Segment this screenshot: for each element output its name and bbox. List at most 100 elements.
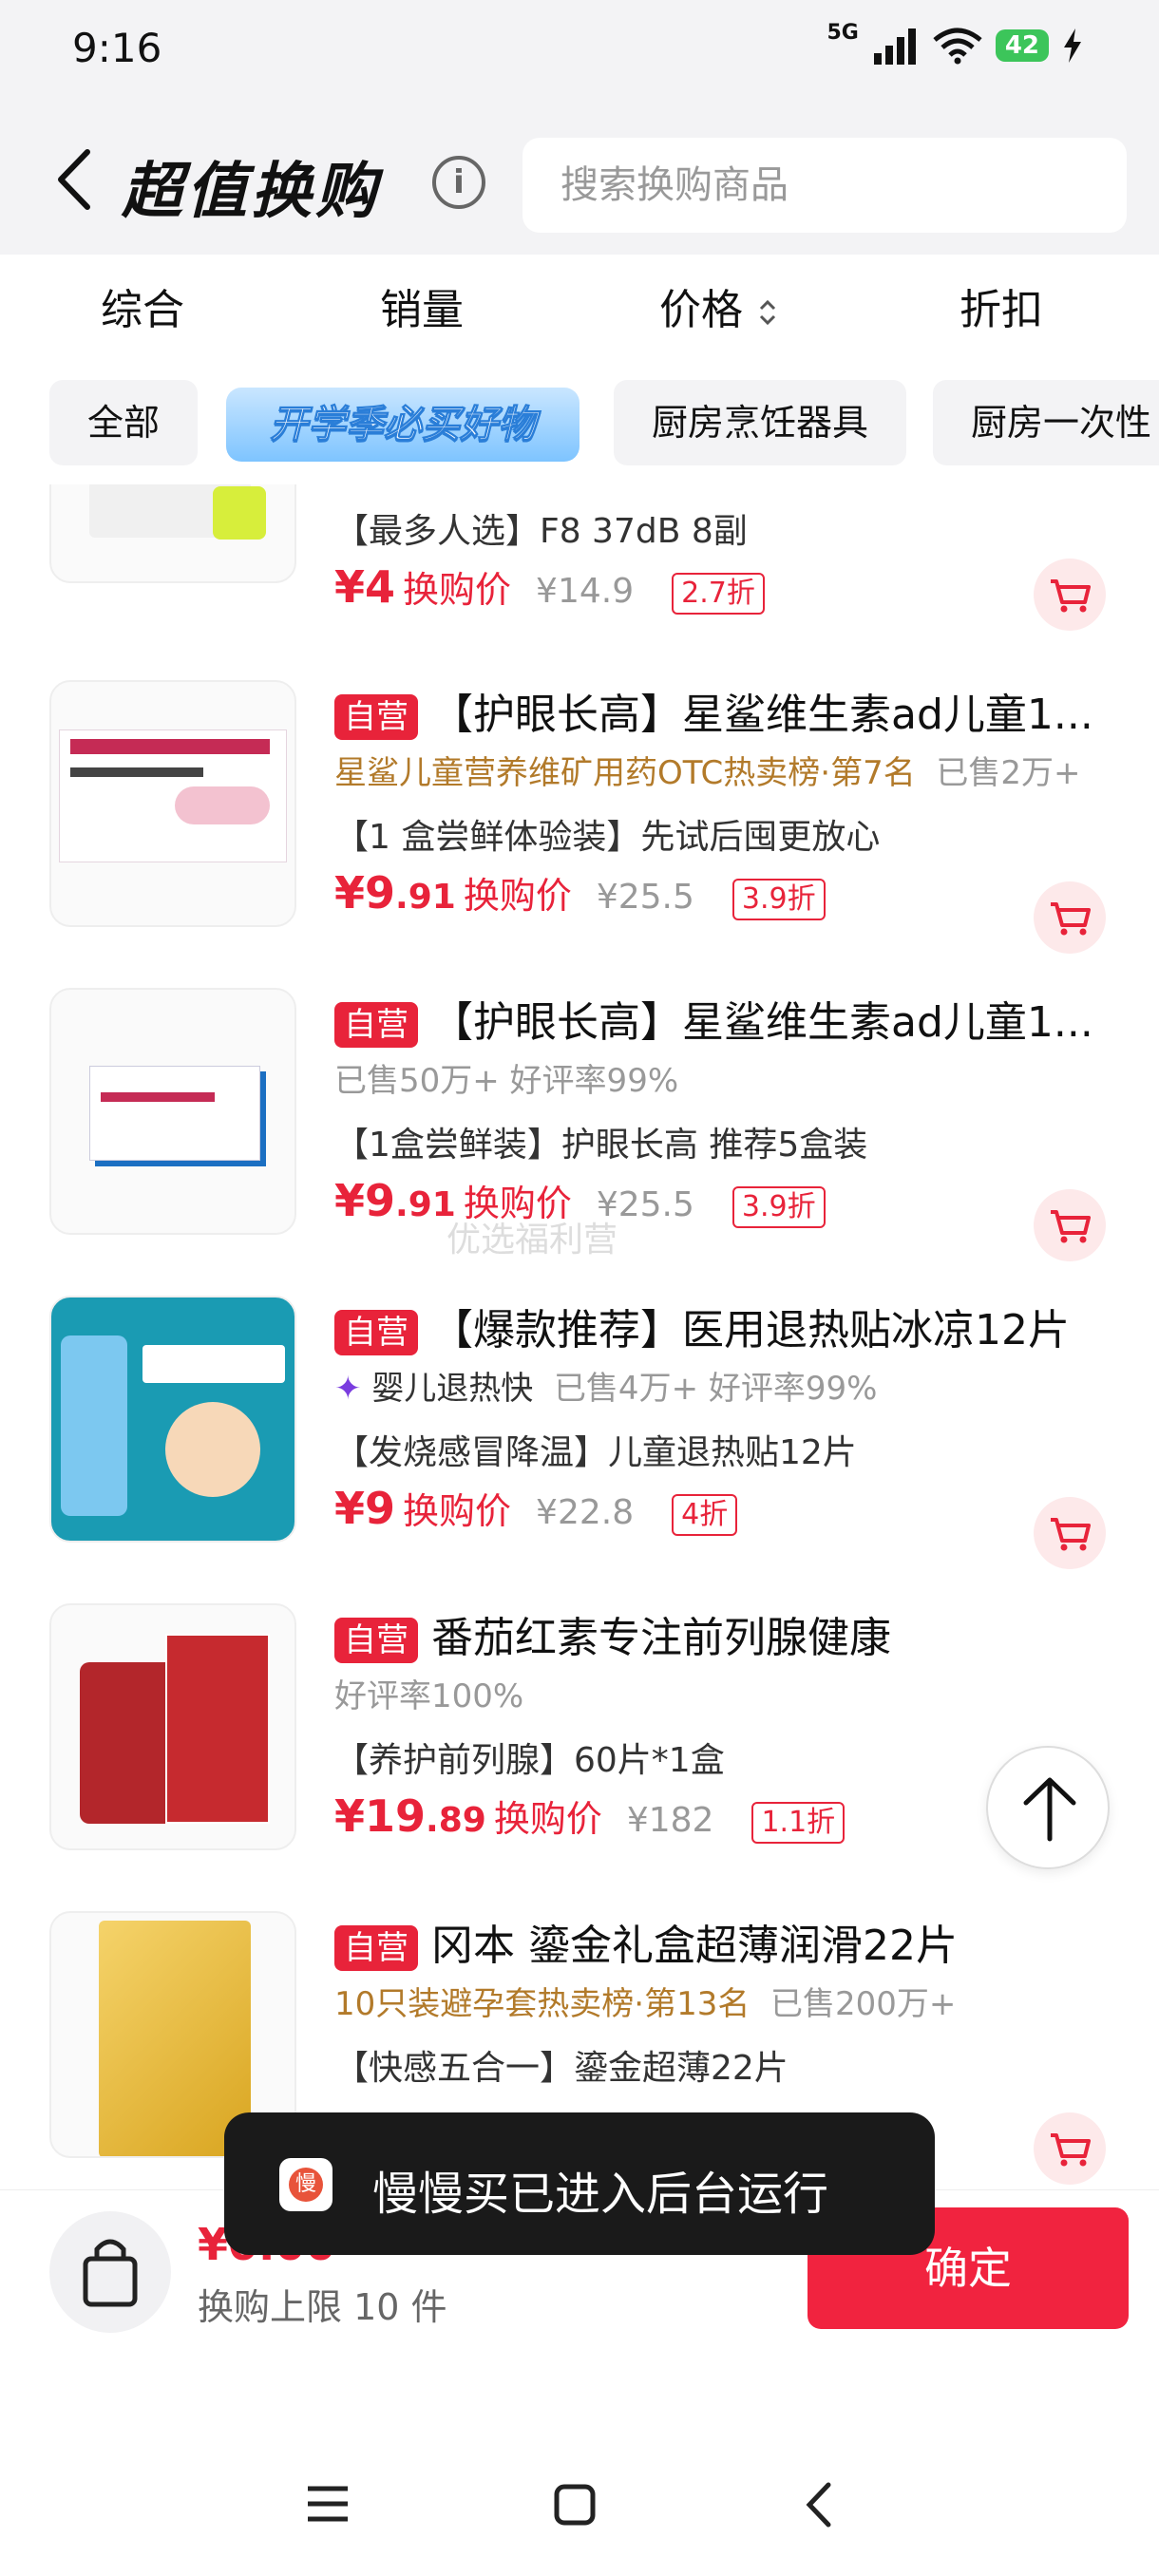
self-operated-tag: 自营 [334,1618,418,1663]
product-image [49,988,296,1235]
price-value: ¥4 [334,561,396,613]
product-price: ¥4 换购价 ¥14.9 2.7折 [334,560,765,621]
category-chips: 全部 开学季必买好物 厨房烹饪器具 厨房一次性 [0,359,1159,483]
original-price: ¥182 [626,1801,714,1840]
discount-badge: 3.9折 [732,1186,826,1228]
status-bar: 9:16 5G 42 [0,0,1159,104]
toast-message: 慢慢买已进入后台运行 [372,2168,829,2221]
self-operated-tag: 自营 [334,1310,418,1355]
product-subtitle: 【1 盒尝鲜体验装】先试后囤更放心 [334,818,881,857]
home-icon[interactable] [553,2483,597,2527]
product-image [49,1603,296,1850]
chip-kitchen-cooking[interactable]: 厨房烹饪器具 [614,380,906,465]
exchange-limit: 换购上限 10 件 [198,2286,447,2328]
price-value: ¥9.91 [334,867,456,919]
signal-icon [873,28,916,65]
product-subtitle: 【快感五合一】鎏金超薄22片 [334,2049,788,2088]
product-list: 【最多人选】F8 37dB 8副 ¥4 换购价 ¥14.9 2.7折 自营 【护眼… [0,484,1159,2194]
charging-icon [1064,28,1081,63]
chip-kitchen-disposable[interactable]: 厨房一次性 [933,380,1159,465]
product-name: 自营 【护眼长高】星鲨维生素ad儿童1... [334,680,1113,741]
info-icon[interactable]: i [432,156,485,209]
product-subtitle: 【养护前列腺】60片*1盒 [334,1741,725,1780]
product-subtitle: 【1盒尝鲜装】护眼长高 推荐5盒装 [334,1126,868,1165]
self-operated-tag: 自营 [334,1925,418,1971]
product-image [49,680,296,927]
product-meta: 好评率100% [334,1677,524,1715]
original-price: ¥22.8 [536,1493,635,1532]
price-label: 换购价 [493,1798,602,1840]
product-name: 自营 【爆款推荐】医用退热贴冰凉12片 [334,1296,1113,1356]
add-to-cart-icon[interactable] [1034,559,1106,631]
add-to-cart-icon[interactable] [1034,1497,1106,1569]
cart-bag-button[interactable] [49,2211,171,2333]
price-label: 换购价 [463,875,572,917]
sort-tab-discount[interactable]: 折扣 [960,275,1043,336]
sold-count: 已售200万+ [770,1985,957,2023]
price-value: ¥9.91 [334,1175,456,1226]
wifi-icon [933,28,982,65]
product-meta: 星鲨儿童营养维矿用药OTC热卖榜·第7名 已售2万+ [334,747,1080,793]
add-to-cart-icon[interactable] [1034,2112,1106,2185]
discount-badge: 4折 [672,1494,738,1536]
product-item[interactable]: 自营 【爆款推荐】医用退热贴冰凉12片 ✦ 婴儿退热快 已售4万+ 好评率99% … [0,1296,1159,1603]
rank-label[interactable]: 10只装避孕套热卖榜·第13名 [334,1985,750,2023]
product-meta: 10只装避孕套热卖榜·第13名 已售200万+ [334,1978,956,2024]
rank-label[interactable]: 星鲨儿童营养维矿用药OTC热卖榜·第7名 [334,754,916,792]
product-name: 自营 番茄红素专注前列腺健康 [334,1603,1113,1664]
self-operated-tag: 自营 [334,694,418,740]
sold-count: 已售2万+ [936,754,1081,792]
original-price: ¥25.5 [596,878,694,917]
product-item[interactable]: 自营 番茄红素专注前列腺健康 好评率100% 【养护前列腺】60片*1盒 ¥19.… [0,1603,1159,1911]
sparkle-icon: ✦ [334,1370,362,1408]
search-input[interactable]: 搜索换购商品 [522,138,1127,233]
product-image [49,1296,296,1543]
price-value: ¥9 [334,1483,396,1534]
back-icon[interactable] [48,144,104,215]
feature-label: 婴儿退热快 [371,1370,534,1408]
status-time: 9:16 [72,25,162,71]
sort-tab-price-label: 价格 [659,286,743,334]
product-subtitle: 【发烧感冒降温】儿童退热贴12片 [334,1433,857,1472]
back-nav-icon[interactable] [800,2481,838,2529]
product-price: ¥19.89 换购价 ¥182 1.1折 [334,1790,846,1850]
toast: 慢 慢慢买已进入后台运行 [224,2112,935,2255]
self-operated-tag: 自营 [334,1002,418,1048]
shopping-bag-icon [83,2239,138,2307]
sort-tab-comprehensive[interactable]: 综合 [101,275,184,336]
sort-arrows-icon [759,299,776,326]
discount-badge: 2.7折 [672,573,765,615]
product-item[interactable]: 自营 【护眼长高】星鲨维生素ad儿童1... 星鲨儿童营养维矿用药OTC热卖榜·第… [0,680,1159,988]
product-meta: ✦ 婴儿退热快 已售4万+ 好评率99% [334,1370,878,1408]
sort-tab-price[interactable]: 价格 [659,275,779,336]
add-to-cart-icon[interactable] [1034,1189,1106,1261]
product-meta: 已售50万+ 好评率99% [334,1062,679,1100]
discount-badge: 1.1折 [751,1802,846,1844]
system-nav-bar [0,2432,1159,2576]
chip-all[interactable]: 全部 [49,380,198,465]
original-price: ¥14.9 [536,572,635,611]
sort-tab-sales[interactable]: 销量 [380,275,464,336]
status-icons: 5G 42 [826,21,1083,65]
price-label: 换购价 [403,1490,512,1532]
network-label: 5G [826,20,859,45]
product-price: ¥9.91 换购价 ¥25.5 3.9折 [334,866,826,927]
sort-bar: 综合 销量 价格 折扣 [0,255,1159,350]
page-header: 超值换购 i 搜索换购商品 [0,104,1159,255]
app-logo-icon: 慢 [279,2158,332,2211]
arrow-up-icon [1023,1777,1076,1842]
discount-badge: 3.9折 [732,879,826,920]
watermark: 优选福利营 [446,1221,618,1260]
add-to-cart-icon[interactable] [1034,881,1106,954]
page-title: 超值换购 [122,157,380,227]
product-price: ¥9 换购价 ¥22.8 4折 [334,1482,738,1543]
chip-promo[interactable]: 开学季必买好物 [226,388,580,462]
price-value: ¥19.89 [334,1790,486,1842]
price-label: 换购价 [403,569,512,611]
product-name: 自营 【护眼长高】星鲨维生素ad儿童1... [334,988,1113,1049]
product-item[interactable]: 【最多人选】F8 37dB 8副 ¥4 换购价 ¥14.9 2.7折 [0,484,1159,644]
back-to-top-button[interactable] [986,1746,1110,1869]
product-subtitle: 【最多人选】F8 37dB 8副 [334,512,748,551]
menu-icon[interactable] [304,2483,352,2525]
battery-icon: 42 [995,29,1049,62]
